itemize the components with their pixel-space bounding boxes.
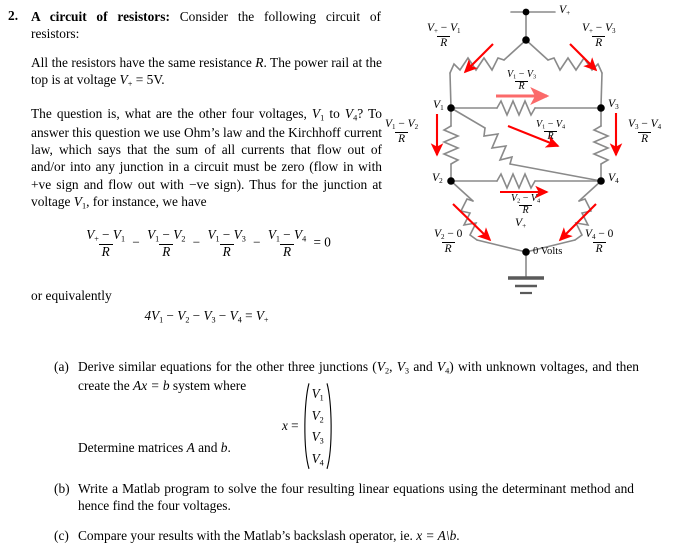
equation-kirchhoff: V+ − V1 R − V1 − V2 R − V1 − V3 R − V1 −… xyxy=(31,227,382,260)
determine-matrices-text: Determine matrices A and b. xyxy=(78,440,231,455)
part-a-text-3: and xyxy=(409,359,437,374)
circuit-ground-label: 0 Volts xyxy=(533,246,563,257)
circuit-current-v4-gnd: V4 − 0R xyxy=(585,228,614,255)
symbol-v2-inline: V2 xyxy=(376,359,390,376)
wire-vplus-to-r3a xyxy=(525,39,549,61)
frac-v1-minus-v4: V1 − V4 R xyxy=(267,227,307,260)
circuit-current-vplus-v3: V+ − V3 R xyxy=(582,22,616,49)
part-c-label: (c) xyxy=(54,528,69,543)
resistor-v2-v4 xyxy=(496,171,536,191)
part-b: (b) Write a Matlab program to solve the … xyxy=(54,480,634,515)
para2-text-d: , for instance, we have xyxy=(86,193,207,209)
circuit-node-label-v3: V3 xyxy=(608,97,619,111)
circuit-current-v1-v2: V1 − V2 R xyxy=(385,118,419,145)
circuit-current-v2-v4: V2 − V4 R xyxy=(511,193,541,217)
symbol-v4-inline: V4 xyxy=(344,106,358,123)
para1-text-c: = 5V. xyxy=(132,72,165,88)
resistor-v1-v4 xyxy=(483,127,514,165)
frac-v1-minus-v3: V1 − V3 R xyxy=(207,227,246,260)
wire-r1b-to-v1 xyxy=(449,72,452,109)
circuit-current-v1-v3: V1 − V3 R xyxy=(507,69,537,93)
circuit-node-label-v2: V2 xyxy=(432,171,443,185)
node-dot-v1 xyxy=(447,104,455,112)
vector-row-3: V3 xyxy=(311,429,324,446)
node-dot-vplus-junction xyxy=(522,36,530,44)
circuit-label-vplus: V+ xyxy=(515,216,527,230)
part-a-text-1: Derive similar equations for the other t… xyxy=(78,359,377,374)
question-heading: A circuit of resistors: Consider the fol… xyxy=(31,8,381,43)
part-a-label: (a) xyxy=(54,359,69,374)
document-page: 2. A circuit of resistors: Consider the … xyxy=(0,0,691,559)
paragraph-resistance: All the resistors have the same resistan… xyxy=(31,54,382,90)
vector-entries: V1 V2 V3 V4 xyxy=(310,382,326,470)
resistor-v3-v4 xyxy=(591,125,611,165)
para1-text-a: All the resistors have the same resistan… xyxy=(31,55,256,70)
part-c-text-3: . xyxy=(456,528,460,543)
para2-text-b: to xyxy=(324,106,345,121)
circuit-node-label-vplus: V+ xyxy=(559,3,571,17)
circuit-diagram: V+ V+ − V1 R V+ − V3 R V1 − V3 R V1 − V2 R V… xyxy=(380,0,691,300)
arrow-vplus-v1 xyxy=(463,43,494,74)
circuit-current-v1-v4: V1 − V4 R xyxy=(536,119,566,143)
part-b-body: Write a Matlab program to solve the four… xyxy=(78,481,634,514)
part-a-text-2: , xyxy=(389,359,397,374)
symbol-b: b xyxy=(220,440,228,455)
vector-row-1: V1 xyxy=(311,386,324,403)
right-paren-icon xyxy=(326,382,335,470)
wire-vplus-to-r1a xyxy=(503,39,527,61)
frac-vplus-minus-v1: V+ − V1 R xyxy=(86,227,126,260)
para2-text-a: The question is, what are the other four… xyxy=(31,106,312,121)
part-a: (a) Derive similar equations for the oth… xyxy=(54,358,639,395)
column-vector: V1 V2 V3 V4 xyxy=(301,382,335,470)
resistor-vplus-v3 xyxy=(547,56,603,74)
symbol-v-plus: V+ xyxy=(119,72,133,89)
wire-v2-to-rg1 xyxy=(450,180,474,202)
wire-v1-diag-a xyxy=(450,107,486,129)
part-b-label: (b) xyxy=(54,481,70,496)
paragraph-kirchhoff: The question is, what are the other four… xyxy=(31,105,382,212)
node-dot-ground xyxy=(522,248,530,256)
or-equivalently-text: or equivalently xyxy=(31,288,112,303)
resistor-v1-v2 xyxy=(441,125,461,165)
resistor-v1-v3 xyxy=(496,98,536,118)
part-c-text-1: Compare your results with the Matlab’s b… xyxy=(78,528,417,543)
x-equals-label: x = xyxy=(282,418,299,434)
backslash-expression: x = A\b xyxy=(416,528,457,543)
part-c: (c) Compare your results with the Matlab… xyxy=(54,527,634,544)
frac-v1-minus-v2: V1 − V2 R xyxy=(147,227,186,260)
symbol-v1-inline: V1 xyxy=(311,106,325,123)
x-vector-equation: x = V1 V2 V3 V4 xyxy=(282,382,335,470)
node-dot-v2 xyxy=(447,177,455,185)
node-dot-vplus-rail xyxy=(522,8,530,16)
left-paren-icon xyxy=(301,382,310,470)
part-a-body: Derive similar equations for the other t… xyxy=(78,358,639,395)
circuit-node-label-v4: V4 xyxy=(608,171,619,185)
part-a-text-5: system where xyxy=(169,378,247,394)
symbol-v3-inline: V3 xyxy=(396,359,410,376)
equation-simplified: 4V1 − V2 − V3 − V4 = V+ xyxy=(144,308,269,325)
circuit-current-v2-gnd: V2 − 0R xyxy=(434,228,463,255)
wire-rg1-to-gnd xyxy=(476,239,527,253)
symbol-v1-inline-2: V1 xyxy=(73,193,87,211)
symbol-ax-eq-b: Ax = b xyxy=(133,378,170,394)
wire-r3b-to-v3 xyxy=(600,72,603,107)
vector-row-4: V4 xyxy=(311,450,324,467)
wire-v4-to-rg2 xyxy=(578,180,602,202)
node-dot-v4 xyxy=(597,177,605,185)
circuit-current-v3-v4: V3 − V4 R xyxy=(628,118,662,145)
symbol-A: A xyxy=(186,440,195,455)
ground-symbol-icon xyxy=(508,276,544,295)
node-dot-v3 xyxy=(597,104,605,112)
question-heading-bold: A circuit of resistors: xyxy=(31,9,170,24)
circuit-node-label-v1: V1 xyxy=(433,98,444,112)
part-c-body: Compare your results with the Matlab’s b… xyxy=(78,527,634,544)
circuit-current-vplus-v1: V+ − V1 R xyxy=(427,22,461,49)
symbol-v4-inline-b: V4 xyxy=(436,359,450,376)
question-number: 2. xyxy=(8,8,19,23)
vector-row-2: V2 xyxy=(311,407,324,424)
